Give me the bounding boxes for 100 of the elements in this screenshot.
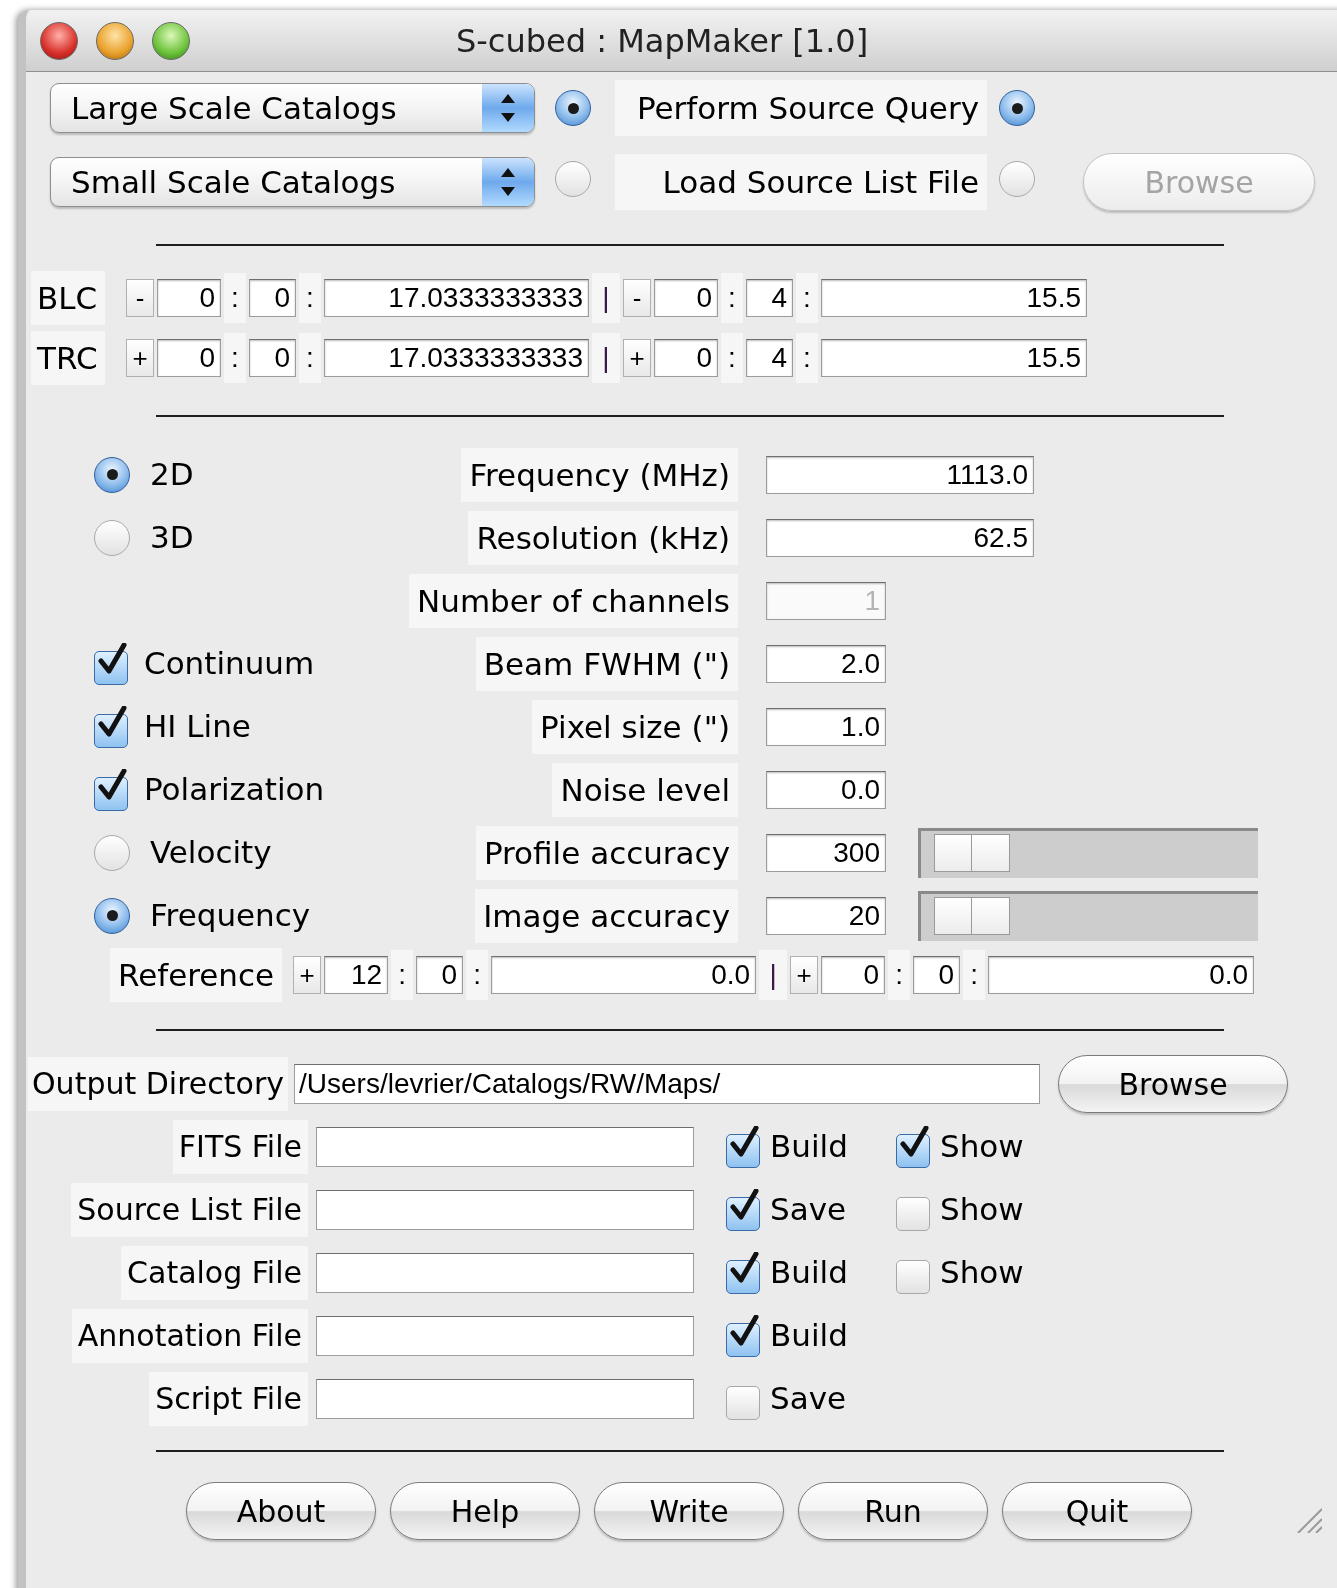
- option-label: Show: [940, 1190, 1024, 1230]
- radio-button[interactable]: [94, 897, 130, 934]
- checkbox[interactable]: [726, 1314, 762, 1357]
- option-label: Save: [770, 1190, 847, 1230]
- file-field[interactable]: [316, 1126, 694, 1167]
- text-field[interactable]: 62.5: [766, 518, 1034, 557]
- window-control-icon[interactable]: [152, 21, 190, 60]
- coordinate-separator: |: [759, 950, 788, 1000]
- colon-separator: :: [466, 950, 489, 1000]
- text-field[interactable]: 15.5: [821, 279, 1087, 317]
- option-label: Show: [940, 1253, 1024, 1293]
- resize-grip-icon: [1296, 1507, 1322, 1533]
- radio-button[interactable]: [555, 90, 591, 126]
- colon-separator: :: [721, 273, 743, 323]
- parameter-label: Noise level: [552, 762, 738, 817]
- colon-separator: :: [299, 273, 321, 323]
- text-field[interactable]: 17.0333333333: [324, 279, 589, 317]
- text-field[interactable]: 12: [324, 956, 389, 994]
- checkbox[interactable]: [94, 705, 130, 748]
- text-field[interactable]: 15.5: [821, 339, 1087, 377]
- text-field[interactable]: 0: [654, 339, 718, 377]
- catalog-dropdown[interactable]: Small Scale Catalogs: [50, 157, 535, 207]
- option-label: 2D: [150, 455, 194, 495]
- radio-button[interactable]: [94, 834, 130, 871]
- text-field[interactable]: 0: [157, 279, 221, 317]
- corner-label: BLC: [31, 271, 105, 325]
- radio-button[interactable]: [999, 160, 1035, 197]
- colon-separator: :: [224, 273, 246, 323]
- stepper-arrows-icon: [482, 84, 534, 132]
- text-field[interactable]: 1113.0: [766, 455, 1034, 494]
- text-field[interactable]: 17.0333333333: [324, 339, 589, 377]
- catalog-dropdown[interactable]: Large Scale Catalogs: [50, 83, 535, 133]
- stepper-arrows-icon: [482, 158, 534, 206]
- text-field[interactable]: 0: [821, 956, 886, 994]
- file-field[interactable]: [316, 1378, 694, 1419]
- option-label: Polarization: [144, 770, 325, 810]
- slider-thumb[interactable]: [934, 833, 1011, 872]
- file-field[interactable]: [316, 1189, 694, 1230]
- checkbox[interactable]: [94, 642, 130, 685]
- reference-label: Reference: [110, 948, 283, 1002]
- checkbox[interactable]: [726, 1125, 762, 1168]
- option-label: Velocity: [150, 833, 272, 873]
- push-button[interactable]: Write: [594, 1482, 784, 1540]
- parameter-label: Frequency (MHz): [461, 447, 738, 502]
- colon-separator: :: [299, 333, 321, 383]
- colon-separator: :: [224, 333, 246, 383]
- text-field[interactable]: 0: [249, 279, 296, 317]
- text-field[interactable]: 0: [654, 279, 718, 317]
- option-label: 3D: [150, 518, 194, 558]
- radio-button[interactable]: [94, 519, 130, 556]
- coordinate-separator: |: [592, 273, 620, 323]
- parameter-label: Image accuracy: [475, 888, 738, 943]
- window-control-icon[interactable]: [96, 21, 134, 60]
- push-button[interactable]: About: [186, 1482, 376, 1540]
- text-field[interactable]: 2.0: [766, 644, 886, 683]
- radio-button[interactable]: [999, 90, 1035, 126]
- colon-separator: :: [796, 333, 818, 383]
- sign-toggle[interactable]: +: [126, 339, 154, 377]
- push-button[interactable]: Help: [390, 1482, 580, 1540]
- file-label: Catalog File: [121, 1245, 308, 1300]
- text-field[interactable]: 0.0: [988, 956, 1255, 994]
- push-button[interactable]: Browse: [1058, 1055, 1288, 1113]
- checkbox[interactable]: [896, 1125, 932, 1168]
- radio-button[interactable]: [555, 160, 591, 197]
- directory-field[interactable]: /Users/levrier/Catalogs/RW/Maps/: [294, 1064, 1040, 1104]
- text-field[interactable]: 4: [746, 339, 793, 377]
- checkbox[interactable]: [726, 1188, 762, 1231]
- parameter-label: Resolution (kHz): [468, 510, 738, 565]
- push-button[interactable]: Quit: [1002, 1482, 1192, 1540]
- text-field[interactable]: 0: [913, 956, 961, 994]
- push-button[interactable]: Run: [798, 1482, 988, 1540]
- option-label: Continuum: [144, 644, 315, 684]
- window-title: S-cubed : MapMaker [1.0]: [456, 20, 869, 62]
- text-field[interactable]: 0: [249, 339, 296, 377]
- option-label: HI Line: [144, 707, 251, 747]
- checkbox[interactable]: [726, 1251, 762, 1294]
- slider-thumb[interactable]: [934, 896, 1011, 935]
- option-label: Build: [770, 1253, 848, 1293]
- sign-toggle[interactable]: -: [623, 279, 651, 317]
- text-field[interactable]: 20: [766, 896, 886, 935]
- text-field[interactable]: 0: [416, 956, 464, 994]
- option-label: Show: [940, 1127, 1024, 1167]
- text-field[interactable]: 0: [157, 339, 221, 377]
- sign-toggle[interactable]: +: [293, 956, 322, 994]
- window-control-icon[interactable]: [40, 21, 78, 60]
- text-field[interactable]: 0.0: [766, 770, 886, 809]
- radio-button[interactable]: [94, 456, 130, 493]
- sign-toggle[interactable]: +: [790, 956, 819, 994]
- text-field[interactable]: 4: [746, 279, 793, 317]
- text-field[interactable]: 300: [766, 833, 886, 872]
- file-field[interactable]: [316, 1315, 694, 1356]
- mode-label: Load Source List File: [615, 154, 987, 210]
- file-field[interactable]: [316, 1252, 694, 1293]
- colon-separator: :: [888, 950, 911, 1000]
- coordinate-separator: |: [592, 333, 620, 383]
- text-field[interactable]: 1.0: [766, 707, 886, 746]
- text-field[interactable]: 0.0: [491, 956, 757, 994]
- sign-toggle[interactable]: -: [126, 279, 154, 317]
- checkbox[interactable]: [94, 768, 130, 811]
- sign-toggle[interactable]: +: [623, 339, 651, 377]
